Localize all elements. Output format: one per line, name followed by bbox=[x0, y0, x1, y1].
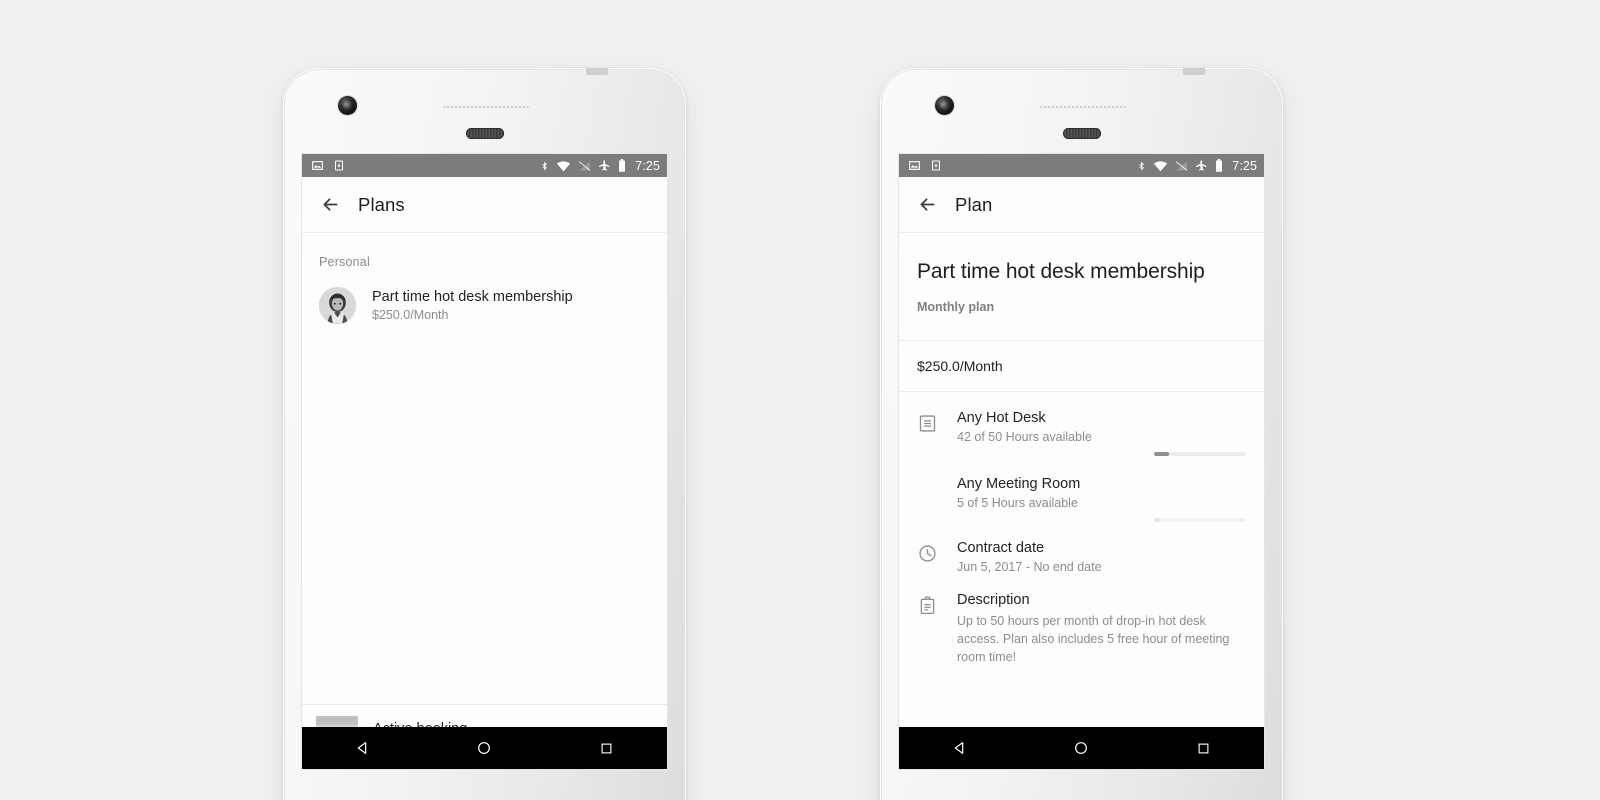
nav-home-button[interactable] bbox=[457, 727, 511, 769]
hours-meter-fill bbox=[1154, 452, 1169, 457]
detail-icon-spacer bbox=[917, 476, 941, 479]
detail-row-description[interactable]: Description Up to 50 hours per month of … bbox=[899, 574, 1264, 666]
nav-recents-square-icon bbox=[1198, 743, 1209, 753]
detail-description-text: Up to 50 hours per month of drop-in hot … bbox=[957, 614, 1230, 665]
person-avatar-image bbox=[319, 287, 356, 324]
airplane-mode-icon bbox=[599, 160, 610, 171]
image-icon bbox=[312, 161, 323, 170]
detail-row-hot-desk[interactable]: Any Hot Desk 42 of 50 Hours available bbox=[899, 392, 1264, 457]
phone-body-right: 7:25 Plan Part time hot desk membership … bbox=[880, 68, 1283, 800]
clipboard-icon-wrap bbox=[917, 592, 941, 621]
back-button[interactable] bbox=[899, 177, 955, 233]
detail-row-contract-date[interactable]: Contract date Jun 5, 2017 - No end date bbox=[899, 522, 1264, 574]
nav-back-triangle-icon bbox=[954, 742, 964, 754]
battery-icon bbox=[619, 159, 626, 172]
plan-price-row: $250.0/Month bbox=[899, 340, 1264, 393]
document-lines-icon-wrap bbox=[917, 410, 941, 439]
phone-top-bezel bbox=[283, 68, 686, 154]
plan-detail-content: Part time hot desk membership Monthly pl… bbox=[899, 233, 1264, 769]
detail-subtitle: 5 of 5 Hours available bbox=[957, 496, 1078, 511]
document-lines-icon bbox=[919, 415, 936, 432]
volume-button[interactable] bbox=[683, 318, 686, 414]
plan-price: $250.0/Month bbox=[372, 308, 449, 322]
plan-hero: Part time hot desk membership Monthly pl… bbox=[899, 233, 1264, 341]
arrow-back-icon bbox=[920, 198, 934, 211]
nav-home-circle-icon bbox=[1075, 742, 1088, 754]
detail-subtitle: Jun 5, 2017 - No end date bbox=[957, 560, 1102, 575]
phone-screen-right: 7:25 Plan Part time hot desk membership … bbox=[899, 154, 1264, 769]
nav-home-button[interactable] bbox=[1054, 727, 1108, 769]
status-bar-left: 7:25 bbox=[302, 154, 667, 177]
image-icon bbox=[909, 161, 920, 170]
status-bar-right: 7:25 bbox=[899, 154, 1264, 177]
nav-home-circle-icon bbox=[478, 742, 491, 754]
back-button[interactable] bbox=[302, 177, 358, 233]
antenna-slit bbox=[1183, 68, 1205, 75]
detail-row-meeting-room[interactable]: Any Meeting Room 5 of 5 Hours available bbox=[899, 456, 1264, 523]
app-bar-left: Plans bbox=[302, 177, 667, 233]
list-item-plan[interactable]: Part time hot desk membership $250.0/Mon… bbox=[302, 269, 667, 334]
power-button[interactable] bbox=[683, 240, 686, 296]
nav-recents-square-icon bbox=[601, 743, 612, 753]
hours-meter-hot-desk bbox=[1154, 452, 1246, 457]
page-title: Plans bbox=[358, 193, 405, 215]
android-nav-bar-right bbox=[899, 727, 1264, 769]
sd-card-icon bbox=[335, 160, 343, 171]
detail-subtitle: 42 of 50 Hours available bbox=[957, 430, 1092, 445]
clock-icon-wrap bbox=[917, 540, 941, 569]
detail-title: Any Hot Desk bbox=[957, 410, 1046, 427]
plan-title: Part time hot desk membership bbox=[372, 289, 573, 305]
page-title: Plan bbox=[955, 193, 993, 215]
earpiece-speaker bbox=[1062, 128, 1101, 139]
airplane-mode-icon bbox=[1196, 160, 1207, 171]
arrow-back-icon bbox=[323, 198, 337, 211]
hours-meter-fill bbox=[1154, 518, 1160, 523]
nav-recents-button[interactable] bbox=[1176, 727, 1230, 769]
nav-recents-button[interactable] bbox=[579, 727, 633, 769]
plan-hero-title: Part time hot desk membership bbox=[917, 260, 1205, 283]
clock-icon bbox=[919, 545, 936, 562]
android-nav-bar-left bbox=[302, 727, 667, 769]
signal-off-icon bbox=[579, 160, 591, 171]
plans-list-content: Personal Part time hot desk membership $… bbox=[302, 233, 667, 769]
wifi-icon bbox=[1154, 160, 1168, 171]
detail-title: Contract date bbox=[957, 540, 1045, 557]
phone-top-bezel bbox=[880, 68, 1283, 154]
nav-back-button[interactable] bbox=[933, 727, 987, 769]
front-camera-icon bbox=[338, 96, 357, 115]
phone-device-right: 7:25 Plan Part time hot desk membership … bbox=[880, 68, 1283, 800]
status-bar-time: 7:25 bbox=[1232, 158, 1257, 173]
phone-device-left: 7:25 Plans Personal Part time hot desk m… bbox=[283, 68, 686, 800]
nav-back-button[interactable] bbox=[336, 727, 390, 769]
battery-icon bbox=[1216, 159, 1223, 172]
bluetooth-icon bbox=[1139, 161, 1145, 170]
sensor-slit bbox=[443, 106, 529, 108]
clipboard-icon bbox=[920, 596, 935, 615]
app-bar-right: Plan bbox=[899, 177, 1264, 233]
wifi-icon bbox=[557, 160, 571, 171]
avatar bbox=[319, 287, 356, 324]
bluetooth-icon bbox=[542, 161, 548, 170]
volume-button[interactable] bbox=[1280, 318, 1283, 414]
phone-body-left: 7:25 Plans Personal Part time hot desk m… bbox=[283, 68, 686, 800]
phone-screen-left: 7:25 Plans Personal Part time hot desk m… bbox=[302, 154, 667, 769]
antenna-slit bbox=[586, 68, 608, 75]
nav-back-triangle-icon bbox=[357, 742, 367, 754]
sd-card-icon bbox=[932, 160, 940, 171]
sensor-slit bbox=[1040, 106, 1126, 108]
section-header-personal: Personal bbox=[319, 255, 370, 269]
screenshot-stage: 7:25 Plans Personal Part time hot desk m… bbox=[0, 0, 1600, 800]
detail-title: Description bbox=[957, 592, 1030, 609]
signal-off-icon bbox=[1176, 160, 1188, 171]
earpiece-speaker bbox=[465, 128, 504, 139]
plan-hero-subtitle: Monthly plan bbox=[917, 300, 995, 315]
power-button[interactable] bbox=[1280, 240, 1283, 296]
front-camera-icon bbox=[935, 96, 954, 115]
hours-meter-meeting-room bbox=[1154, 518, 1246, 523]
status-bar-time: 7:25 bbox=[635, 158, 660, 173]
detail-title: Any Meeting Room bbox=[957, 476, 1081, 493]
